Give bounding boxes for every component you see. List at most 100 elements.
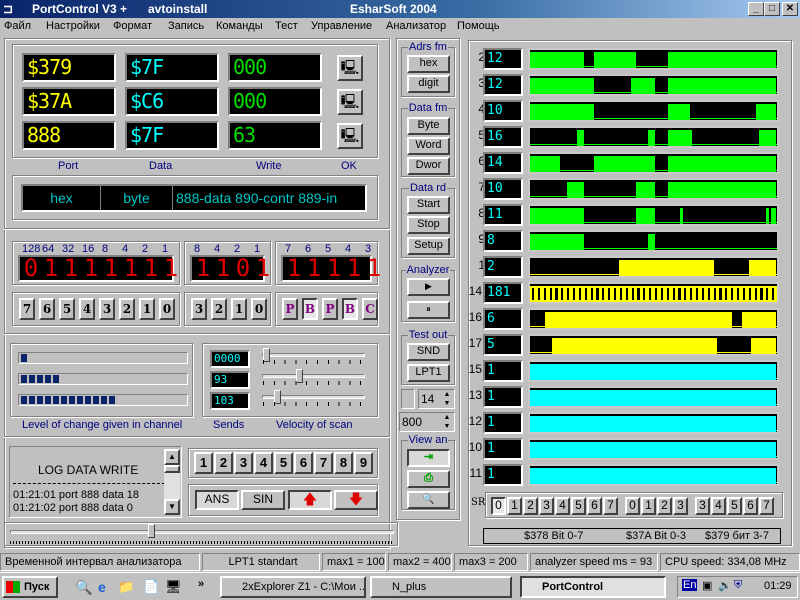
bit-button[interactable]: 4	[79, 298, 95, 320]
channel-waveform[interactable]	[528, 74, 779, 96]
bit-button[interactable]: B	[342, 298, 358, 320]
folder-icon[interactable]: 📁	[118, 579, 134, 595]
bit-button[interactable]: 2	[119, 298, 135, 320]
sr-button[interactable]: 6	[743, 497, 758, 515]
view-arrow-button[interactable]: ⇥	[407, 449, 450, 467]
scroll-up-button[interactable]: ▲	[164, 449, 180, 465]
channel-waveform[interactable]	[528, 386, 779, 408]
bit-button[interactable]: 3	[99, 298, 115, 320]
menu-item[interactable]: Файл	[4, 20, 31, 32]
scroll-down-button[interactable]: ▼	[164, 499, 180, 515]
zoom-button[interactable]: 🔍	[407, 491, 450, 509]
channel-waveform[interactable]	[528, 230, 779, 252]
ok-button[interactable]: 🖳	[337, 123, 363, 149]
number-button[interactable]: 5	[274, 452, 293, 474]
documents-icon[interactable]: 📄	[143, 579, 159, 595]
sin-button[interactable]: SIN	[241, 490, 285, 510]
sr-button[interactable]: 7	[759, 497, 774, 515]
menu-item[interactable]: Настройки	[46, 20, 100, 32]
bit-button[interactable]: C	[362, 298, 378, 320]
start-button[interactable]: Пуск	[2, 576, 58, 598]
format-mode[interactable]: hex	[23, 186, 101, 210]
sr-button[interactable]: 4	[711, 497, 726, 515]
snd-button[interactable]: SND	[407, 343, 450, 361]
bit-button[interactable]: 0	[159, 298, 175, 320]
menu-item[interactable]: Помощь	[457, 20, 500, 32]
task-2xexplorer[interactable]: 2xExplorer Z1 - C:\Мои ...	[220, 576, 366, 598]
scroll-thumb[interactable]	[164, 465, 180, 473]
channel-waveform[interactable]	[528, 256, 779, 278]
dword-button[interactable]: Dwor	[407, 157, 450, 175]
number-button[interactable]: 3	[234, 452, 253, 474]
start-button[interactable]: Start	[407, 196, 450, 214]
bit-button[interactable]: 5	[59, 298, 75, 320]
spin-arrows-icon[interactable]: ▲ ▼	[440, 413, 454, 431]
ok-button[interactable]: 🖳	[337, 89, 363, 115]
bit-button[interactable]: 6	[39, 298, 55, 320]
ok-button[interactable]: 🖳	[337, 55, 363, 81]
channel-waveform[interactable]	[528, 178, 779, 200]
bit-button[interactable]: 0	[251, 298, 267, 320]
bottom-slider-track[interactable]	[10, 530, 394, 534]
setup-button[interactable]: Setup	[407, 237, 450, 255]
menu-item[interactable]: Управление	[311, 20, 372, 32]
channel-waveform[interactable]	[528, 412, 779, 434]
bit-button[interactable]: 1	[231, 298, 247, 320]
explorer-icon[interactable]: 🔍	[75, 579, 92, 596]
number-button[interactable]: 1	[194, 452, 213, 474]
channel-waveform[interactable]	[528, 152, 779, 174]
sr-button[interactable]: 5	[571, 497, 586, 515]
channel-waveform[interactable]	[528, 48, 779, 70]
ans-button[interactable]: ANS	[195, 490, 239, 510]
lpt1-button[interactable]: LPT1	[407, 364, 450, 382]
hex-button[interactable]: hex	[407, 55, 450, 73]
byte-button[interactable]: Byte	[407, 117, 450, 135]
velocity-slider-track[interactable]	[262, 353, 365, 357]
channel-waveform[interactable]	[528, 282, 779, 304]
number-button[interactable]: 7	[314, 452, 333, 474]
channel-waveform[interactable]	[528, 126, 779, 148]
sr-button[interactable]: 3	[673, 497, 688, 515]
velocity-slider-track[interactable]	[262, 374, 365, 378]
channel-waveform[interactable]	[528, 308, 779, 330]
menu-item[interactable]: Анализатор	[386, 20, 446, 32]
menu-item[interactable]: Формат	[113, 20, 152, 32]
language-indicator[interactable]: En	[682, 579, 698, 591]
menu-item[interactable]: Команды	[216, 20, 263, 32]
bit-button[interactable]: B	[302, 298, 318, 320]
arrow-down-button[interactable]: 🡇	[334, 490, 378, 510]
arrow-up-button[interactable]: 🡅	[288, 490, 332, 510]
shield-icon[interactable]: ⛨	[734, 579, 742, 592]
bit-button[interactable]: 7	[19, 298, 35, 320]
sr-button[interactable]: 5	[727, 497, 742, 515]
sr-button[interactable]: 2	[523, 497, 538, 515]
channel-waveform[interactable]	[528, 204, 779, 226]
log-scrollbar[interactable]: ▲ ▼	[164, 449, 180, 515]
bit-button[interactable]: 2	[211, 298, 227, 320]
format-size[interactable]: byte	[101, 186, 173, 210]
digit-button[interactable]: digit	[407, 75, 450, 93]
sr-button[interactable]: 4	[555, 497, 570, 515]
sr-button[interactable]: 2	[657, 497, 672, 515]
sr-button[interactable]: 6	[587, 497, 602, 515]
channel-waveform[interactable]	[528, 464, 779, 486]
number-button[interactable]: 2	[214, 452, 233, 474]
number-button[interactable]: 6	[294, 452, 313, 474]
channel-waveform[interactable]	[528, 438, 779, 460]
maximize-button[interactable]: □	[764, 2, 780, 16]
sr-button[interactable]: 3	[695, 497, 710, 515]
number-button[interactable]: 9	[354, 452, 373, 474]
task-nplus[interactable]: N_plus	[370, 576, 512, 598]
sr-button[interactable]: 0	[625, 497, 640, 515]
bit-button[interactable]: P	[322, 298, 338, 320]
task-portcontrol[interactable]: PortControl	[520, 576, 666, 598]
channel-waveform[interactable]	[528, 360, 779, 382]
bit-button[interactable]: 3	[191, 298, 207, 320]
sr-button[interactable]: 3	[539, 497, 554, 515]
channel-waveform[interactable]	[528, 100, 779, 122]
menu-item[interactable]: Запись	[168, 20, 204, 32]
sr-button[interactable]: 1	[641, 497, 656, 515]
sr-button[interactable]: 0	[491, 497, 506, 515]
display-icon[interactable]: ▣	[702, 579, 712, 592]
bottom-slider-thumb[interactable]	[148, 524, 156, 538]
